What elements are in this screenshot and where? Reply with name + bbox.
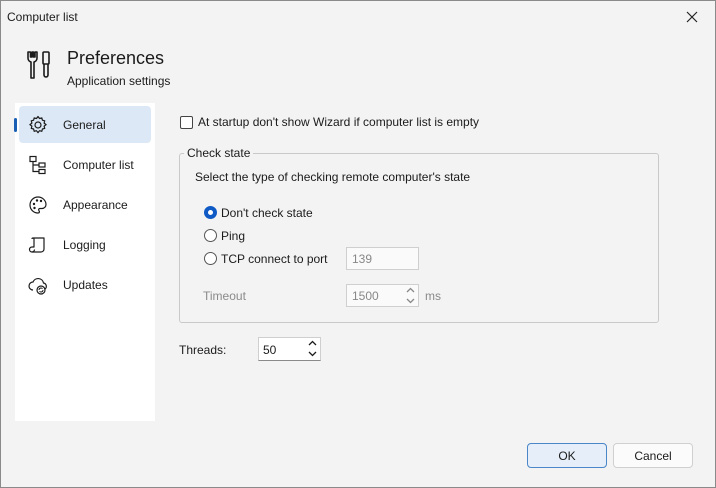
chevron-down-icon[interactable] bbox=[308, 351, 317, 357]
threads-label: Threads: bbox=[179, 343, 227, 357]
sidebar-item-label: Computer list bbox=[63, 157, 134, 172]
timeout-label: Timeout bbox=[203, 289, 246, 303]
sidebar-item-label: Updates bbox=[63, 277, 108, 292]
palette-icon bbox=[27, 194, 49, 216]
check-state-legend: Check state bbox=[184, 146, 254, 160]
window-title: Computer list bbox=[7, 10, 78, 24]
radio-ping[interactable] bbox=[204, 229, 217, 242]
active-indicator bbox=[14, 118, 17, 132]
scroll-icon bbox=[27, 234, 49, 256]
startup-wizard-checkbox[interactable] bbox=[180, 116, 193, 129]
gear-icon bbox=[27, 114, 49, 136]
timeout-spin-arrows[interactable] bbox=[405, 287, 415, 304]
sidebar-item-label: Appearance bbox=[63, 197, 128, 212]
tree-icon bbox=[27, 154, 49, 176]
close-icon bbox=[686, 11, 698, 23]
radio-tcp-connect-label: TCP connect to port bbox=[221, 252, 328, 266]
page-subtitle: Application settings bbox=[67, 74, 171, 88]
sidebar-item-updates[interactable]: Updates bbox=[19, 266, 151, 303]
startup-wizard-checkbox-label: At startup don't show Wizard if computer… bbox=[198, 115, 480, 129]
chevron-up-icon[interactable] bbox=[406, 287, 415, 293]
radio-tcp-connect[interactable] bbox=[204, 252, 217, 265]
sidebar: General Computer list Appearance Logging… bbox=[15, 103, 155, 421]
radio-dont-check-state[interactable] bbox=[204, 206, 217, 219]
check-state-description: Select the type of checking remote compu… bbox=[195, 170, 471, 184]
port-input[interactable]: 139 bbox=[346, 247, 419, 270]
close-button[interactable] bbox=[675, 3, 709, 31]
sidebar-item-label: General bbox=[63, 117, 106, 132]
chevron-up-icon[interactable] bbox=[308, 340, 317, 346]
radio-dont-check-state-label: Don't check state bbox=[221, 206, 313, 220]
chevron-down-icon[interactable] bbox=[406, 298, 415, 304]
sidebar-item-general[interactable]: General bbox=[19, 106, 151, 143]
timeout-unit: ms bbox=[425, 289, 441, 303]
ok-button[interactable]: OK bbox=[527, 443, 607, 468]
timeout-value: 1500 bbox=[352, 289, 379, 303]
radio-ping-label: Ping bbox=[221, 229, 246, 243]
page-title: Preferences bbox=[67, 48, 165, 68]
sidebar-item-computer-list[interactable]: Computer list bbox=[19, 146, 151, 183]
cloud-update-icon bbox=[27, 274, 49, 296]
preferences-dialog: Computer list Preferences Application se… bbox=[0, 0, 716, 488]
sidebar-item-label: Logging bbox=[63, 237, 106, 252]
settings-tools-icon bbox=[27, 51, 50, 79]
sidebar-item-appearance[interactable]: Appearance bbox=[19, 186, 151, 223]
timeout-stepper[interactable]: 1500 bbox=[346, 284, 419, 307]
cancel-button[interactable]: Cancel bbox=[613, 443, 693, 468]
sidebar-item-logging[interactable]: Logging bbox=[19, 226, 151, 263]
threads-spin-arrows[interactable] bbox=[307, 340, 317, 357]
threads-stepper[interactable]: 50 bbox=[258, 337, 321, 361]
title-bar: Computer list bbox=[1, 1, 715, 33]
threads-value: 50 bbox=[263, 343, 277, 357]
